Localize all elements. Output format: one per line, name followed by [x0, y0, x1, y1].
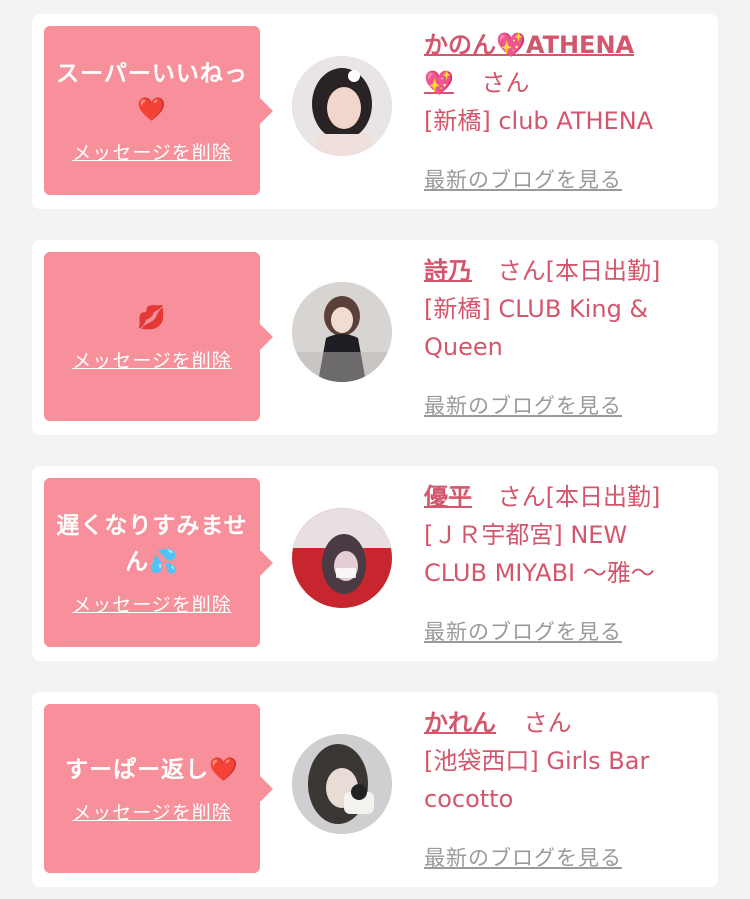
delete-message-link[interactable]: メッセージを削除 — [72, 590, 232, 617]
name-suffix: さん[本日出勤] — [497, 483, 661, 511]
delete-message-link[interactable]: メッセージを削除 — [72, 798, 232, 825]
message-bubble: 遅くなりすみませ ん💦 メッセージを削除 — [44, 478, 273, 647]
shop-name-cont: cocotto — [424, 785, 514, 813]
delete-message-link[interactable]: メッセージを削除 — [72, 138, 232, 165]
message-bubble: スーパーいいねっ ❤️ メッセージを削除 — [44, 26, 273, 195]
profile-info: 詩乃 さん[本日出勤] [新橋] CLUB King & Queen — [424, 252, 704, 366]
avatar-photo — [292, 508, 392, 608]
shop-name-cont: CLUB MIYABI 〜雅〜 — [424, 559, 655, 587]
message-list: スーパーいいねっ ❤️ メッセージを削除 かのん💖ATHENA 💖 さん [新橋… — [0, 0, 750, 899]
latest-blog-link[interactable]: 最新のブログを見る — [424, 842, 622, 872]
profile-name-link-cont[interactable]: 💖 — [424, 69, 454, 97]
message-card: スーパーいいねっ ❤️ メッセージを削除 かのん💖ATHENA 💖 さん [新橋… — [32, 14, 718, 209]
name-suffix: さん — [481, 69, 530, 97]
avatar[interactable] — [292, 734, 392, 834]
avatar[interactable] — [292, 56, 392, 156]
profile-name-link[interactable]: かれん — [424, 709, 496, 737]
avatar-photo — [292, 734, 392, 834]
shop-name: [新橋] club ATHENA — [424, 107, 654, 135]
profile-info: かれん さん [池袋西口] Girls Bar cocotto — [424, 704, 704, 818]
shop-name: [新橋] CLUB King & — [424, 295, 649, 323]
shop-name: [池袋西口] Girls Bar — [424, 747, 650, 775]
avatar-photo — [292, 282, 392, 382]
profile-name-link[interactable]: かのん💖ATHENA — [424, 31, 634, 59]
avatar[interactable] — [292, 282, 392, 382]
message-text: すーぱー返し❤️ — [65, 757, 239, 783]
profile-name-link[interactable]: 優平 — [424, 483, 472, 511]
name-suffix: さん[本日出勤] — [497, 257, 661, 285]
name-suffix: さん — [523, 709, 572, 737]
latest-blog-link[interactable]: 最新のブログを見る — [424, 164, 622, 194]
message-emoji: ❤️ — [137, 97, 167, 123]
avatar-photo — [292, 56, 392, 156]
message-bubble: 💋 メッセージを削除 — [44, 252, 273, 421]
message-text-cont: ん💦 — [125, 549, 179, 575]
profile-name-link[interactable]: 詩乃 — [424, 257, 472, 285]
latest-blog-link[interactable]: 最新のブログを見る — [424, 616, 622, 646]
message-text: スーパーいいねっ — [56, 61, 248, 87]
delete-message-link[interactable]: メッセージを削除 — [72, 346, 232, 373]
shop-name: [ＪＲ宇都宮] NEW — [424, 521, 628, 549]
message-card: 💋 メッセージを削除 詩乃 さん[本日出勤] [新橋] CLUB King & … — [32, 240, 718, 435]
profile-info: かのん💖ATHENA 💖 さん [新橋] club ATHENA — [424, 26, 704, 140]
profile-info: 優平 さん[本日出勤] [ＪＲ宇都宮] NEW CLUB MIYABI 〜雅〜 — [424, 478, 704, 592]
message-text: 遅くなりすみませ — [56, 513, 248, 539]
message-card: すーぱー返し❤️ メッセージを削除 かれん さん [池袋西口] Girls Ba… — [32, 692, 718, 887]
shop-name-cont: Queen — [424, 333, 503, 361]
message-emoji: 💋 — [137, 305, 167, 331]
message-bubble: すーぱー返し❤️ メッセージを削除 — [44, 704, 273, 873]
message-card: 遅くなりすみませ ん💦 メッセージを削除 優平 さん[本日出勤] [ＪＲ宇都宮]… — [32, 466, 718, 661]
latest-blog-link[interactable]: 最新のブログを見る — [424, 390, 622, 420]
avatar[interactable] — [292, 508, 392, 608]
